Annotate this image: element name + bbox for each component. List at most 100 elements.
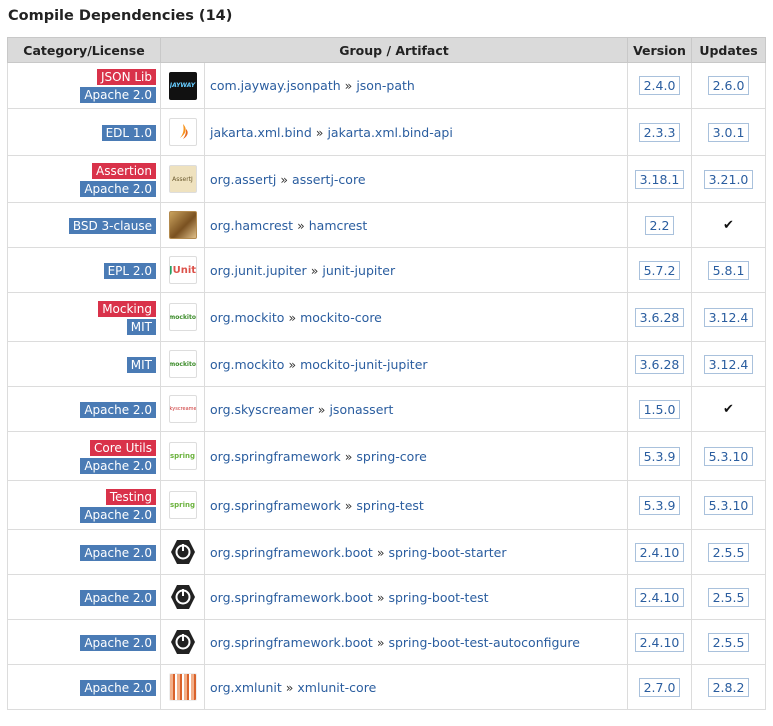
license-badge[interactable]: Apache 2.0 [80, 180, 156, 197]
update-version-link[interactable]: 5.3.10 [703, 446, 754, 466]
jayway-logo[interactable]: JAYWAY [160, 62, 205, 109]
update-version-link[interactable]: 3.12.4 [703, 354, 754, 374]
category-badge[interactable]: Core Utils [90, 439, 156, 456]
artifact-link[interactable]: junit-jupiter [322, 263, 395, 278]
separator: » [344, 497, 353, 513]
mockito-logo[interactable]: mockito [160, 341, 205, 387]
license-badge[interactable]: Apache 2.0 [80, 589, 156, 606]
separator: » [288, 356, 297, 372]
artifact-link[interactable]: assertj-core [292, 172, 365, 187]
group-link[interactable]: org.mockito [210, 310, 284, 325]
version-link[interactable]: 5.7.2 [638, 260, 681, 280]
artifact-link[interactable]: jakarta.xml.bind-api [327, 125, 452, 140]
version-link[interactable]: 3.18.1 [634, 169, 685, 189]
license-badge[interactable]: Apache 2.0 [80, 401, 156, 418]
column-header-group-artifact[interactable]: Group / Artifact [160, 37, 628, 63]
artifact-link[interactable]: xmlunit-core [297, 680, 376, 695]
license-badge[interactable]: Apache 2.0 [80, 87, 156, 103]
version-link[interactable]: 3.6.28 [634, 307, 685, 327]
skyscreamer-logo[interactable]: Skyscreamer [160, 386, 205, 432]
assertj-logo[interactable]: AssertJ [160, 155, 205, 203]
version-link[interactable]: 5.3.9 [638, 495, 681, 515]
separator: » [344, 78, 353, 93]
table-row: EDL 1.0 jakarta.xml.bind» jakarta.xml.bind… [7, 108, 766, 156]
version-link[interactable]: 2.4.10 [634, 632, 685, 652]
table-row: EPL 2.0 JUnit org.junit.jupiter» junit-jupi… [7, 247, 766, 293]
group-link[interactable]: org.springframework.boot [210, 590, 373, 605]
license-badge[interactable]: Apache 2.0 [80, 457, 156, 474]
license-badge[interactable]: EPL 2.0 [103, 262, 156, 279]
category-badge[interactable]: Testing [105, 488, 156, 505]
artifact-link[interactable]: mockito-core [300, 310, 382, 325]
update-version-link[interactable]: 3.0.1 [707, 122, 750, 142]
group-link[interactable]: org.junit.jupiter [210, 263, 307, 278]
license-badge[interactable]: MIT [126, 318, 156, 335]
update-version-link[interactable]: 2.8.2 [707, 677, 750, 697]
version-link[interactable]: 2.7.0 [638, 677, 681, 697]
updates-cell: 2.8.2 [691, 664, 766, 710]
separator: » [285, 679, 294, 695]
group-link[interactable]: org.springframework [210, 449, 341, 464]
group-link[interactable]: org.mockito [210, 357, 284, 372]
spring-logo[interactable]: spring [160, 431, 205, 481]
update-version-link[interactable]: 5.8.1 [707, 260, 750, 280]
group-link[interactable]: org.skyscreamer [210, 402, 314, 417]
group-link[interactable]: com.jayway.jsonpath [210, 78, 341, 93]
update-version-link[interactable]: 2.5.5 [707, 632, 750, 652]
column-header-version[interactable]: Version [627, 37, 692, 63]
artifact-link[interactable]: hamcrest [309, 218, 368, 233]
update-version-link[interactable]: 3.21.0 [703, 169, 754, 189]
group-link[interactable]: org.hamcrest [210, 218, 293, 233]
update-version-link[interactable]: 2.5.5 [707, 587, 750, 607]
logo-text: mockito [169, 313, 196, 321]
license-badge[interactable]: Apache 2.0 [80, 634, 156, 651]
update-version-link[interactable]: 5.3.10 [703, 495, 754, 515]
update-version-link[interactable]: 2.5.5 [707, 542, 750, 562]
hamcrest-logo[interactable] [160, 202, 205, 248]
column-header-category-license[interactable]: Category/License [7, 37, 161, 63]
column-header-updates[interactable]: Updates [691, 37, 766, 63]
version-link[interactable]: 2.4.0 [638, 76, 681, 95]
group-link[interactable]: jakarta.xml.bind [210, 125, 312, 140]
group-link[interactable]: org.xmlunit [210, 680, 282, 695]
group-link[interactable]: org.springframework.boot [210, 545, 373, 560]
artifact-link[interactable]: spring-test [356, 498, 423, 513]
license-badge[interactable]: MIT [126, 356, 156, 373]
artifact-link[interactable]: spring-boot-test-autoconfigure [388, 635, 579, 650]
artifact-link[interactable]: spring-boot-test [388, 590, 488, 605]
spring-boot-logo[interactable] [160, 619, 205, 665]
spring-boot-logo[interactable] [160, 574, 205, 620]
artifact-link[interactable]: mockito-junit-jupiter [300, 357, 427, 372]
version-link[interactable]: 1.5.0 [638, 399, 681, 419]
group-link[interactable]: org.assertj [210, 172, 276, 187]
version-link[interactable]: 2.4.10 [634, 587, 685, 607]
xmlunit-logo[interactable] [160, 664, 205, 710]
license-badge[interactable]: Apache 2.0 [80, 679, 156, 696]
spring-logo[interactable]: spring [160, 480, 205, 530]
artifact-link[interactable]: jsonassert [329, 402, 393, 417]
junit-logo[interactable]: JUnit [160, 247, 205, 293]
update-version-link[interactable]: 2.6.0 [707, 76, 750, 95]
category-badge[interactable]: JSON Lib [96, 69, 156, 85]
update-version-link[interactable]: 3.12.4 [703, 307, 754, 327]
jakarta-logo[interactable] [160, 108, 205, 156]
group-link[interactable]: org.springframework.boot [210, 635, 373, 650]
artifact-link[interactable]: json-path [356, 78, 414, 93]
version-link[interactable]: 3.6.28 [634, 354, 685, 374]
version-link[interactable]: 2.4.10 [634, 542, 685, 562]
version-link[interactable]: 5.3.9 [638, 446, 681, 466]
mockito-logo[interactable]: mockito [160, 292, 205, 342]
group-link[interactable]: org.springframework [210, 498, 341, 513]
license-badge[interactable]: Apache 2.0 [80, 544, 156, 561]
artifact-link[interactable]: spring-boot-starter [388, 545, 506, 560]
category-license-cell: Testing Apache 2.0 [7, 480, 161, 530]
category-badge[interactable]: Assertion [91, 162, 156, 179]
license-badge[interactable]: BSD 3-clause [68, 217, 156, 234]
license-badge[interactable]: EDL 1.0 [101, 124, 156, 141]
spring-boot-logo[interactable] [160, 529, 205, 575]
license-badge[interactable]: Apache 2.0 [80, 506, 156, 523]
version-link[interactable]: 2.2 [644, 215, 675, 235]
artifact-link[interactable]: spring-core [356, 449, 427, 464]
category-badge[interactable]: Mocking [98, 300, 156, 317]
version-link[interactable]: 2.3.3 [638, 122, 681, 142]
